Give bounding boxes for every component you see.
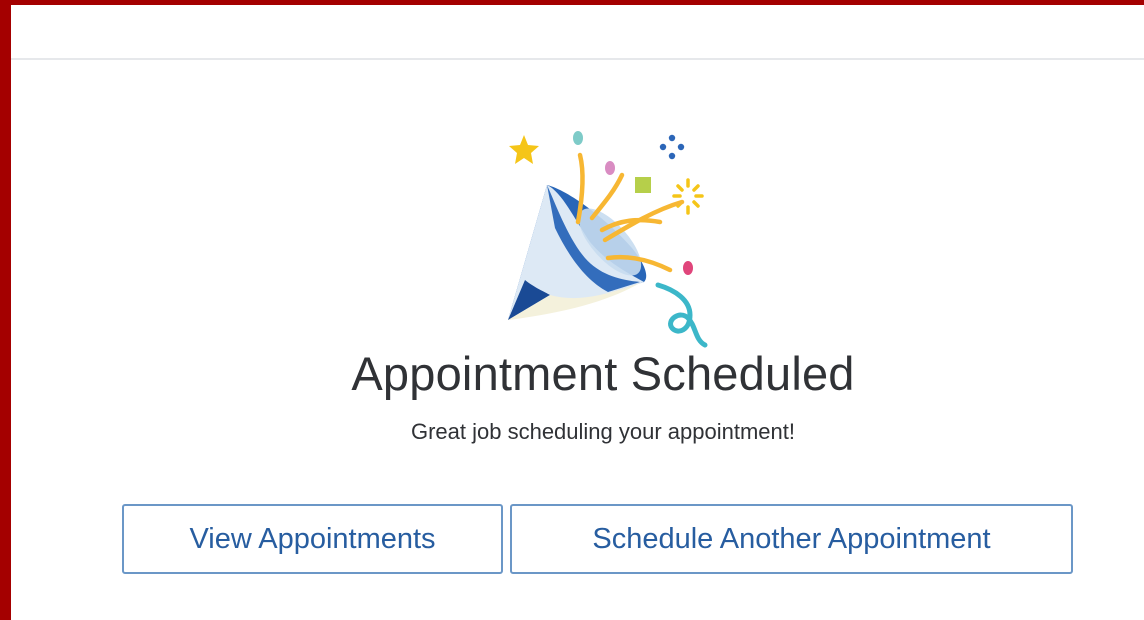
schedule-another-appointment-button[interactable]: Schedule Another Appointment bbox=[510, 504, 1073, 574]
pink-confetti bbox=[605, 161, 615, 175]
yellow-sparkle bbox=[672, 178, 704, 215]
confirmation-title: Appointment Scheduled bbox=[351, 347, 855, 400]
page-frame: Appointment Scheduled Great job scheduli… bbox=[0, 0, 1144, 620]
view-appointments-button[interactable]: View Appointments bbox=[122, 504, 503, 574]
green-confetti bbox=[635, 177, 651, 193]
teal-confetti bbox=[573, 131, 583, 145]
star-confetti bbox=[509, 135, 539, 164]
top-header-bar bbox=[11, 5, 1144, 60]
confirmation-subtitle: Great job scheduling your appointment! bbox=[410, 419, 795, 444]
party-popper-icon bbox=[490, 130, 720, 350]
teal-streamer bbox=[655, 282, 708, 348]
blue-sparkle bbox=[659, 134, 685, 160]
confirmation-panel: Appointment Scheduled Great job scheduli… bbox=[11, 60, 1144, 620]
red-confetti bbox=[683, 261, 693, 275]
